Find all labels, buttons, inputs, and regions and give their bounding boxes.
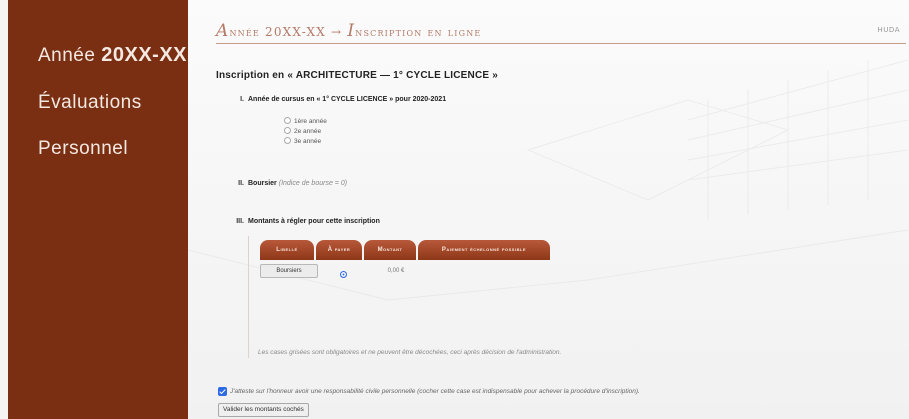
- breadcrumb-inscription: nscription en ligne: [355, 25, 482, 39]
- sidebar-item-year[interactable]: Année 20XX-XX: [8, 44, 188, 90]
- breadcrumb-year: nnée 20XX-XX: [229, 25, 327, 39]
- section-title: Année de cursus en « 1° CYCLE LICENCE » …: [248, 96, 447, 103]
- section-number: III.: [236, 218, 244, 225]
- radio-icon[interactable]: [284, 117, 291, 124]
- page-title: Inscription en « ARCHITECTURE — 1° CYCLE…: [216, 70, 498, 81]
- sidebar-item-evaluations[interactable]: Évaluations: [8, 92, 188, 138]
- section-number: II.: [238, 180, 244, 187]
- radio-option-year2[interactable]: 2e année: [284, 127, 321, 135]
- breadcrumb-text: Année 20XX-XX → Inscription en ligne: [216, 21, 481, 41]
- radio-icon[interactable]: [284, 127, 291, 134]
- section-number: I.: [240, 96, 244, 103]
- honor-attestation: J'atteste sur l'honneur avoir une respon…: [218, 387, 640, 396]
- column-header-paiement-echelonne: Paiement échelonné possible: [418, 240, 550, 260]
- table-row: Boursiers 0,00 €: [260, 263, 420, 279]
- column-header-montant: Montant: [364, 240, 416, 260]
- radio-label: 3e année: [294, 138, 322, 145]
- section-montants: III. Montants à régler pour cette inscrip…: [228, 218, 380, 225]
- radio-label: 1ère année: [294, 118, 327, 125]
- sidebar-item-personnel[interactable]: Personnel: [8, 138, 188, 184]
- column-header-a-payer: À payer: [316, 240, 362, 260]
- table-header: Libellé À payer Montant Paiement échelon…: [260, 240, 552, 260]
- section-boursier: II. Boursier (Indice de bourse = 0): [228, 180, 347, 187]
- a-payer-cell: [318, 262, 372, 281]
- breadcrumb: Année 20XX-XX → Inscription en ligne HUD…: [216, 18, 906, 44]
- section-title: Montants à régler pour cette inscription: [248, 218, 380, 225]
- topbar-right-label: HUDA: [877, 26, 900, 34]
- radio-option-year1[interactable]: 1ère année: [284, 117, 327, 125]
- breadcrumb-initial-year: A: [216, 21, 230, 41]
- column-header-libelle: Libellé: [260, 240, 314, 260]
- radio-option-year3[interactable]: 3e année: [284, 137, 321, 145]
- radio-icon[interactable]: [284, 137, 291, 144]
- section-title: Boursier: [248, 180, 277, 187]
- sidebar-year-prefix: Année: [38, 45, 102, 66]
- honor-text: J'atteste sur l'honneur avoir une respon…: [230, 388, 640, 395]
- main-content: Année 20XX-XX → Inscription en ligne HUD…: [188, 0, 909, 419]
- validate-button[interactable]: Valider les montants cochés: [218, 403, 309, 417]
- radio-label: 2e année: [294, 128, 322, 135]
- honor-checkbox[interactable]: [218, 387, 227, 396]
- a-payer-radio-icon[interactable]: [340, 270, 347, 278]
- sidebar: Année 20XX-XX Évaluations Personnel: [8, 0, 188, 419]
- sidebar-year-value: 20XX-XX: [101, 44, 187, 66]
- section-note: (Indice de bourse = 0): [278, 180, 348, 187]
- breadcrumb-arrow: →: [326, 25, 348, 39]
- section-footnote: Les cases grisées sont obligatoires et n…: [258, 349, 562, 356]
- section-cursus: I. Année de cursus en « 1° CYCLE LICENCE …: [228, 96, 446, 103]
- libelle-button-boursiers[interactable]: Boursiers: [260, 264, 318, 278]
- montant-value: 0,00 €: [387, 268, 405, 274]
